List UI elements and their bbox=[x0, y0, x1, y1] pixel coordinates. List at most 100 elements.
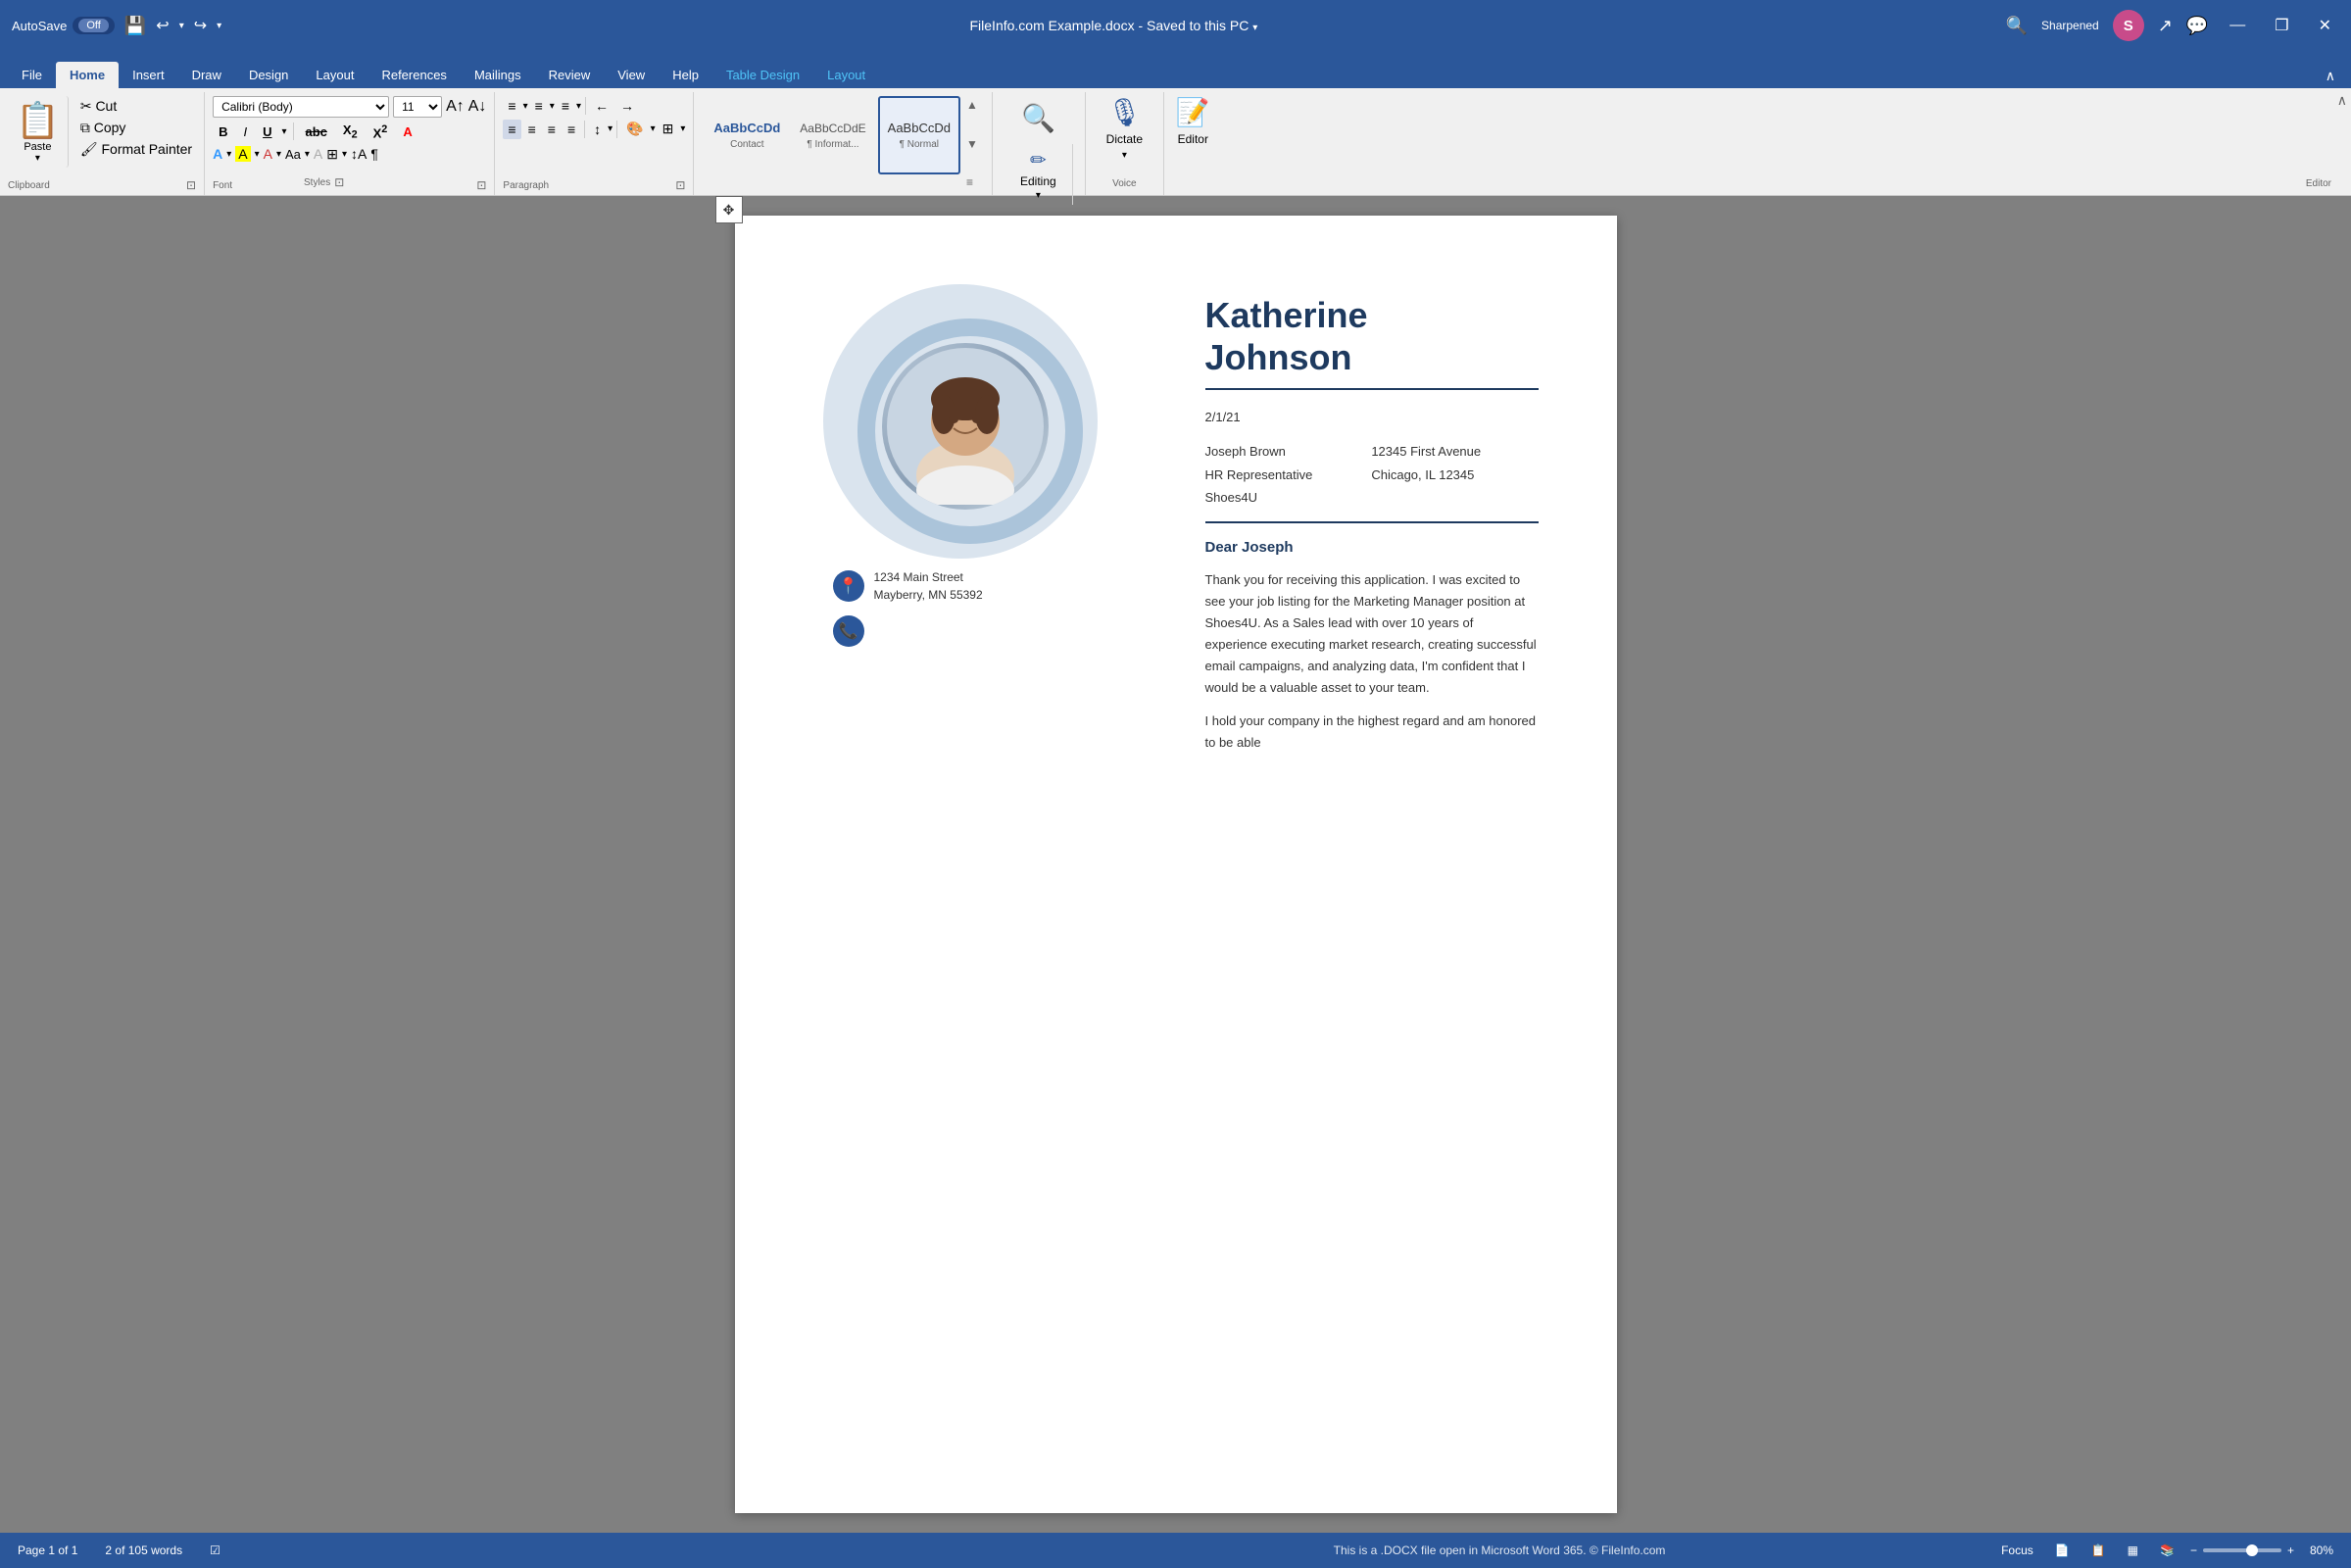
borders-dropdown[interactable]: ▾ bbox=[342, 149, 347, 160]
decrease-font-size-button[interactable]: A↓ bbox=[468, 98, 487, 116]
immersive-reader-icon[interactable]: 📚 bbox=[2154, 1540, 2180, 1561]
tab-mailings[interactable]: Mailings bbox=[461, 62, 535, 88]
autosave-toggle[interactable]: Off bbox=[73, 17, 114, 34]
view-web-icon[interactable]: 📋 bbox=[2085, 1540, 2112, 1561]
toggle-off-label[interactable]: Off bbox=[78, 19, 108, 32]
justify-button[interactable]: ≡ bbox=[563, 120, 580, 139]
zoom-percentage[interactable]: 80% bbox=[2304, 1540, 2339, 1561]
tab-file[interactable]: File bbox=[8, 62, 56, 88]
sort-az-button[interactable]: ↕A bbox=[351, 146, 367, 162]
save-dropdown[interactable]: ▾ bbox=[1252, 23, 1257, 33]
cut-button[interactable]: ✂ Cut bbox=[76, 96, 196, 116]
dictate-dropdown[interactable]: ▾ bbox=[1122, 150, 1127, 161]
styles-expand[interactable]: ≡ bbox=[964, 173, 980, 191]
style-contact[interactable]: AaBbCcDd Contact bbox=[706, 96, 788, 174]
font-name-select[interactable]: Calibri (Body) bbox=[213, 96, 389, 118]
redo-button[interactable]: ↪ bbox=[194, 16, 207, 35]
styles-expand-icon[interactable]: ⊡ bbox=[334, 175, 344, 189]
borders-para-dropdown[interactable]: ▾ bbox=[680, 123, 685, 134]
case-button[interactable]: Aa bbox=[285, 147, 301, 162]
editing-dropdown-icon[interactable]: ▾ bbox=[1036, 190, 1041, 201]
bullets-dropdown[interactable]: ▾ bbox=[523, 101, 528, 112]
tab-references[interactable]: References bbox=[367, 62, 460, 88]
font-color-button[interactable]: A bbox=[213, 146, 222, 162]
tab-table-design[interactable]: Table Design bbox=[712, 62, 813, 88]
shading-para-dropdown[interactable]: ▾ bbox=[651, 123, 656, 134]
word-count[interactable]: 2 of 105 words bbox=[99, 1540, 188, 1561]
numbering-button[interactable]: ≡ bbox=[530, 96, 548, 116]
paste-dropdown[interactable]: ▾ bbox=[35, 153, 40, 164]
undo-button[interactable]: ↩ bbox=[156, 16, 169, 35]
numbering-dropdown[interactable]: ▾ bbox=[550, 101, 555, 112]
tab-draw[interactable]: Draw bbox=[178, 62, 235, 88]
borders-button[interactable]: ⊞ bbox=[326, 146, 338, 163]
comments-icon[interactable]: 💬 bbox=[2186, 16, 2208, 36]
borders-para-button[interactable]: ⊞ bbox=[658, 119, 679, 139]
increase-indent-button[interactable]: → bbox=[615, 96, 639, 116]
clear-format-button[interactable]: A bbox=[397, 122, 417, 141]
multilevel-dropdown[interactable]: ▾ bbox=[576, 101, 581, 112]
zoom-control[interactable]: − + bbox=[2190, 1544, 2294, 1557]
strikethrough-button[interactable]: abc bbox=[300, 122, 333, 141]
share-icon[interactable]: ↗ bbox=[2158, 16, 2173, 36]
tab-view[interactable]: View bbox=[604, 62, 659, 88]
align-left-button[interactable]: ≡ bbox=[503, 120, 520, 139]
save-icon[interactable]: 💾 bbox=[124, 16, 146, 36]
ribbon-collapse-icon[interactable]: ∧ bbox=[2318, 64, 2343, 88]
clipboard-expand-icon[interactable]: ⊡ bbox=[186, 178, 196, 192]
underline-button[interactable]: U bbox=[257, 122, 277, 141]
paragraph-expand-icon[interactable]: ⊡ bbox=[675, 178, 685, 192]
undo-dropdown[interactable]: ▾ bbox=[179, 21, 184, 31]
ribbon-collapse-arrow[interactable]: ∧ bbox=[2337, 92, 2347, 109]
shading-button[interactable]: A bbox=[264, 146, 272, 162]
styles-scroll-up[interactable]: ▲ bbox=[964, 96, 980, 114]
text-effects-button[interactable]: A bbox=[314, 146, 322, 162]
underline-dropdown[interactable]: ▾ bbox=[281, 126, 286, 137]
highlight-color-button[interactable]: A bbox=[235, 146, 250, 162]
paste-button[interactable]: 📋 Paste ▾ bbox=[8, 96, 69, 168]
decrease-indent-button[interactable]: ← bbox=[590, 96, 613, 116]
increase-font-size-button[interactable]: A↑ bbox=[446, 98, 465, 116]
font-color-dropdown[interactable]: ▾ bbox=[226, 149, 231, 160]
view-read-icon[interactable]: ▦ bbox=[2122, 1540, 2144, 1561]
style-normal[interactable]: AaBbCcDd ¶ Normal bbox=[878, 96, 960, 174]
multilevel-button[interactable]: ≡ bbox=[557, 96, 574, 116]
bold-button[interactable]: B bbox=[213, 122, 233, 141]
bullets-button[interactable]: ≡ bbox=[503, 96, 520, 116]
format-painter-button[interactable]: 🖌 Format Painter bbox=[76, 139, 196, 159]
tab-layout[interactable]: Layout bbox=[302, 62, 367, 88]
focus-button[interactable]: Focus bbox=[1995, 1540, 2039, 1561]
user-avatar[interactable]: S bbox=[2113, 10, 2144, 41]
font-size-select[interactable]: 11 bbox=[393, 96, 442, 118]
align-center-button[interactable]: ≡ bbox=[523, 120, 541, 139]
letter-body[interactable]: Thank you for receiving this application… bbox=[1205, 569, 1539, 755]
tab-review[interactable]: Review bbox=[535, 62, 605, 88]
tab-help[interactable]: Help bbox=[659, 62, 712, 88]
shading-para-button[interactable]: 🎨 bbox=[621, 119, 648, 139]
document-page[interactable]: ✥ bbox=[735, 216, 1617, 1513]
highlight-dropdown[interactable]: ▾ bbox=[255, 149, 260, 160]
page-info[interactable]: Page 1 of 1 bbox=[12, 1540, 83, 1561]
zoom-out-button[interactable]: − bbox=[2190, 1544, 2197, 1557]
view-print-icon[interactable]: 📄 bbox=[2049, 1540, 2076, 1561]
quick-access-dropdown[interactable]: ▾ bbox=[217, 21, 221, 31]
tab-design[interactable]: Design bbox=[235, 62, 302, 88]
italic-button[interactable]: I bbox=[237, 122, 253, 141]
subscript-button[interactable]: X2 bbox=[337, 121, 364, 143]
style-information[interactable]: AaBbCcDdE ¶ Informat... bbox=[792, 96, 873, 174]
tab-insert[interactable]: Insert bbox=[119, 62, 178, 88]
search-button[interactable]: 🔍 bbox=[1013, 96, 1063, 140]
font-expand-icon[interactable]: ⊡ bbox=[476, 178, 486, 192]
tab-home[interactable]: Home bbox=[56, 62, 119, 88]
align-right-button[interactable]: ≡ bbox=[543, 120, 561, 139]
restore-button[interactable]: ❐ bbox=[2267, 12, 2296, 39]
show-para-button[interactable]: ¶ bbox=[370, 146, 378, 162]
shading-dropdown[interactable]: ▾ bbox=[276, 149, 281, 160]
line-spacing-dropdown[interactable]: ▾ bbox=[608, 123, 612, 134]
close-button[interactable]: ✕ bbox=[2311, 12, 2339, 39]
line-spacing-button[interactable]: ↕ bbox=[589, 120, 606, 139]
tab-table-layout[interactable]: Layout bbox=[813, 62, 879, 88]
zoom-in-button[interactable]: + bbox=[2287, 1544, 2294, 1557]
accessibility-check-icon[interactable]: ☑ bbox=[204, 1540, 226, 1561]
copy-button[interactable]: ⧉ Copy bbox=[76, 118, 196, 137]
